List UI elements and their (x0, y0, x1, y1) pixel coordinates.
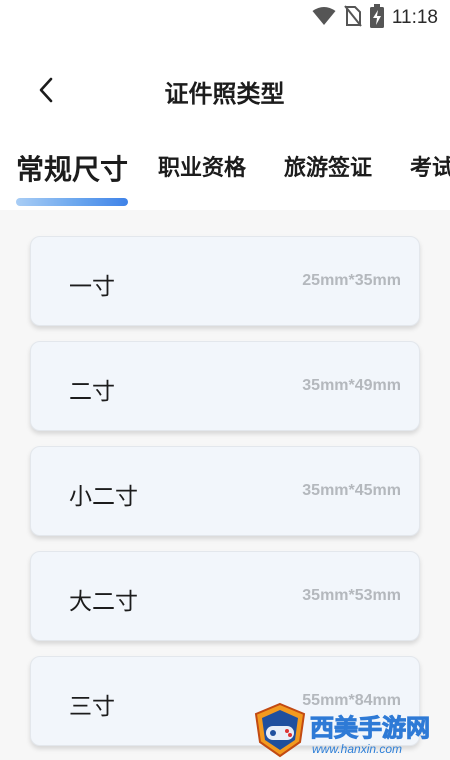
no-sim-icon (344, 5, 362, 31)
status-time: 11:18 (391, 7, 438, 28)
watermark-logo: 西美手游网 www.hanxin.com (250, 700, 450, 760)
app-header: 证件照类型 (0, 60, 450, 122)
size-name: 一寸 (69, 274, 115, 300)
size-card-small-2-inch[interactable]: 小二寸 35mm*45mm (30, 446, 420, 536)
size-card-1-inch[interactable]: 一寸 25mm*35mm (30, 236, 420, 326)
wifi-icon (312, 6, 336, 30)
size-name: 三寸 (69, 694, 115, 720)
gamepad-shield-icon (252, 702, 308, 760)
watermark-url: www.hanxin.com (312, 742, 403, 756)
size-dimensions: 25mm*35mm (302, 272, 401, 289)
page-title: 证件照类型 (164, 80, 285, 108)
size-name: 大二寸 (69, 589, 138, 615)
size-card-large-2-inch[interactable]: 大二寸 35mm*53mm (30, 551, 420, 641)
status-icons: 11:18 (312, 4, 438, 32)
watermark-text: 西美手游网 (310, 714, 431, 743)
active-tab-indicator (16, 198, 128, 206)
size-card-2-inch[interactable]: 二寸 35mm*49mm (30, 341, 420, 431)
status-bar: 11:18 (0, 0, 450, 36)
battery-charging-icon (369, 4, 384, 32)
size-dimensions: 35mm*53mm (302, 587, 401, 604)
size-list: 一寸 25mm*35mm 二寸 35mm*49mm 小二寸 35mm*45mm … (0, 210, 450, 760)
size-name: 小二寸 (69, 484, 138, 510)
size-name: 二寸 (69, 379, 115, 405)
category-tabs: 常规尺寸 职业资格 旅游签证 考试 (0, 140, 450, 210)
size-dimensions: 35mm*45mm (302, 482, 401, 499)
tab-travel-visa[interactable]: 旅游签证 (284, 150, 372, 182)
tab-exam[interactable]: 考试 (410, 150, 450, 182)
tab-regular-size[interactable]: 常规尺寸 (16, 148, 128, 188)
size-dimensions: 35mm*49mm (302, 377, 401, 394)
tab-professional-qualification[interactable]: 职业资格 (158, 150, 246, 182)
